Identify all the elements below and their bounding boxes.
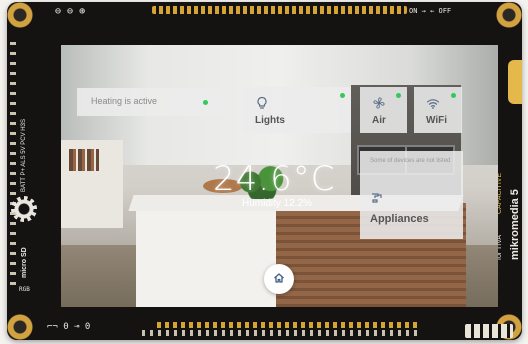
wifi-status-dot-icon xyxy=(451,93,456,98)
bottom-left-marking: ⌐¬ 0 ⊸ 0 xyxy=(47,322,91,332)
humidity-readout: Humidity 12.2% xyxy=(242,198,313,209)
right-connector-tab xyxy=(508,60,522,104)
air-label: Air xyxy=(372,115,386,126)
heating-status-card: Heating is active xyxy=(77,88,221,116)
status-dot-icon xyxy=(203,100,208,105)
wifi-label: WiFi xyxy=(426,115,448,126)
corner-pad-bottom-left xyxy=(7,314,33,340)
lights-tile[interactable]: Lights xyxy=(243,87,351,133)
appliances-label: Appliances xyxy=(370,213,429,225)
temperature-readout: 24.6°C xyxy=(213,159,336,199)
lights-status-dot-icon xyxy=(340,93,345,98)
fan-icon xyxy=(373,97,385,109)
corner-pad-top-right xyxy=(496,2,522,28)
brand-text: mikromedia 5 xyxy=(509,189,521,260)
home-icon xyxy=(274,273,284,283)
top-pin-header xyxy=(152,6,407,14)
bottom-pin-header xyxy=(157,322,417,328)
appliances-note: Some of devices are not listed xyxy=(370,158,451,164)
pin-block xyxy=(465,324,513,338)
home-button[interactable] xyxy=(264,264,294,294)
top-left-marking: ⊖ ⊖ ⊕ xyxy=(55,6,86,17)
faucet-icon xyxy=(372,193,382,203)
touch-screen: Heating is active Lights Air WiFi Some o… xyxy=(61,45,498,307)
air-status-dot-icon xyxy=(396,93,401,98)
left-side-pads xyxy=(10,42,16,292)
bottom-pin-labels xyxy=(142,330,422,336)
corner-pad-top-left xyxy=(7,2,33,28)
power-switch-marking: ON → ← OFF xyxy=(409,7,452,15)
lightbulb-icon xyxy=(257,96,267,109)
rgb-label: RGB xyxy=(19,286,30,293)
air-tile[interactable]: Air xyxy=(360,87,407,133)
lights-label: Lights xyxy=(255,115,285,126)
appliances-tile[interactable]: Some of devices are not listed Appliance… xyxy=(360,151,463,239)
left-vertical-labels: BATT P+ ALS 5V PCV H3S xyxy=(21,119,27,192)
wifi-tile[interactable]: WiFi xyxy=(414,87,462,133)
gear-logo-icon xyxy=(11,196,37,222)
micro-sd-label: micro SD xyxy=(21,247,28,278)
wifi-icon xyxy=(426,99,440,109)
heating-status-text: Heating is active xyxy=(91,96,158,106)
